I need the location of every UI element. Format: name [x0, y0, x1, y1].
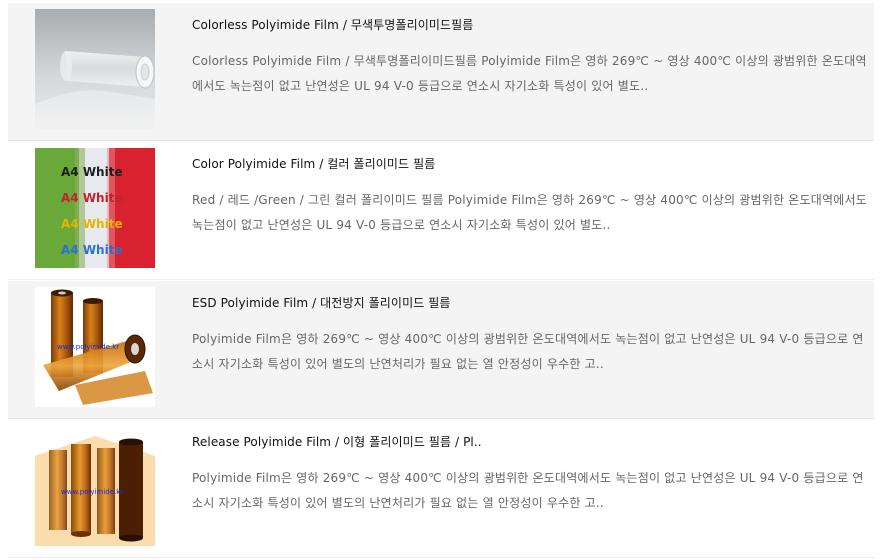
sample-text: A4 White — [61, 165, 123, 179]
product-list: Colorless Polyimide Film / 무색투명폴리이미드필름 C… — [0, 0, 893, 560]
product-title[interactable]: Color Polyimide Film / 컬러 폴리이미드 필름 — [192, 155, 435, 172]
sample-text: A4 White — [61, 191, 123, 205]
sample-text: A4 White — [61, 217, 123, 231]
watermark-text: www.polyimide.kr — [57, 343, 119, 351]
sample-text: A4 White — [61, 243, 123, 257]
product-title[interactable]: Release Polyimide Film / 이형 폴리이미드 필름 / P… — [192, 433, 482, 450]
product-thumbnail[interactable]: www.polyimide.kr — [35, 426, 155, 546]
product-thumbnail[interactable]: A4 White A4 White A4 White A4 White — [35, 148, 155, 268]
product-thumbnail[interactable]: www.polyimide.kr — [35, 287, 155, 407]
watermark-text: www.polyimide.kr — [61, 488, 123, 496]
product-description: Colorless Polyimide Film / 무색투명폴리이미드필름 P… — [192, 54, 867, 93]
amber-film-rolls-image: www.polyimide.kr — [35, 287, 155, 407]
product-item-color[interactable]: A4 White A4 White A4 White A4 White Colo… — [8, 142, 874, 280]
product-description: Red / 레드 /Green / 그린 컬러 폴리이미드 필름 Polyimi… — [192, 193, 867, 232]
product-item-esd[interactable]: www.polyimide.kr ESD Polyimide Film / 대전… — [8, 281, 874, 419]
product-description: Polyimide Film은 영하 269℃ ~ 영상 400℃ 이상의 광범… — [192, 471, 864, 510]
amber-film-rolls-image: www.polyimide.kr — [35, 426, 155, 546]
product-title[interactable]: ESD Polyimide Film / 대전방지 폴리이미드 필름 — [192, 294, 451, 311]
product-thumbnail[interactable] — [35, 9, 155, 129]
color-film-samples-image: A4 White A4 White A4 White A4 White — [35, 148, 155, 268]
product-description: Polyimide Film은 영하 269℃ ~ 영상 400℃ 이상의 광범… — [192, 332, 864, 371]
product-item-release[interactable]: www.polyimide.kr Release Polyimide Film … — [8, 420, 874, 558]
product-item-colorless[interactable]: Colorless Polyimide Film / 무색투명폴리이미드필름 C… — [8, 3, 874, 141]
product-title[interactable]: Colorless Polyimide Film / 무색투명폴리이미드필름 — [192, 16, 473, 33]
clear-film-roll-image — [35, 9, 155, 129]
